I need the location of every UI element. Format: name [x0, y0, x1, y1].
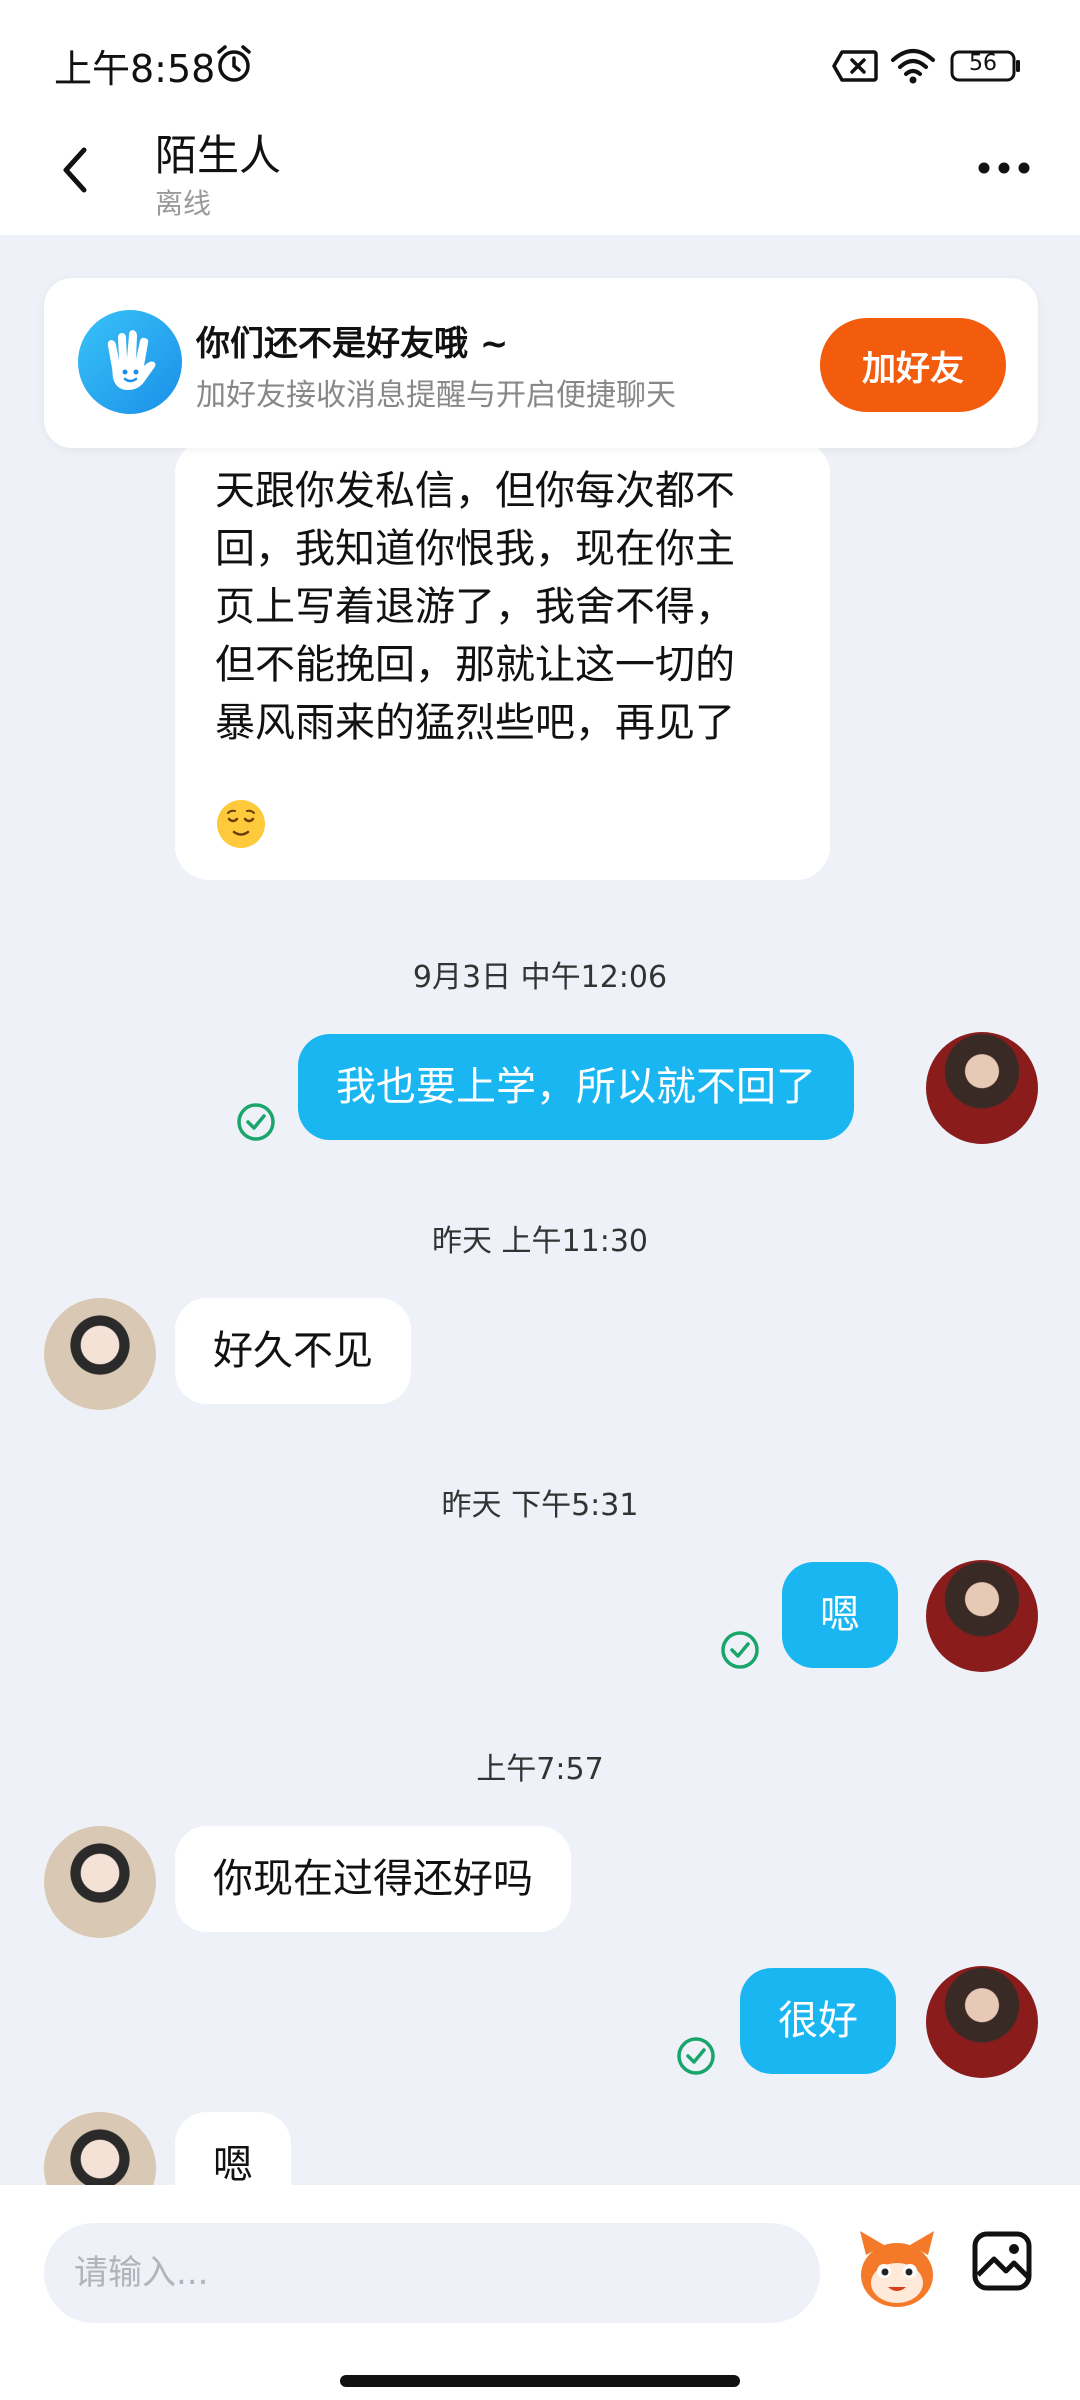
read-check-icon: [677, 2037, 715, 2075]
message-timestamp: 昨天 上午11:30: [432, 1224, 648, 1259]
message-input[interactable]: [44, 2223, 820, 2323]
hand-wave-icon: [78, 310, 182, 414]
my-avatar[interactable]: [926, 1560, 1038, 1672]
more-dots-icon[interactable]: [976, 158, 1032, 178]
chevron-left-icon[interactable]: [52, 140, 98, 200]
read-check-icon: [721, 1631, 759, 1669]
message-bubble-sent[interactable]: 我也要上学，所以就不回了: [298, 1034, 854, 1140]
sim-off-icon: [832, 50, 878, 82]
status-time: 上午8:58: [54, 47, 216, 91]
message-bubble-received[interactable]: 你现在过得还好吗: [175, 1826, 571, 1932]
chat-header: 陌生人 离线: [0, 100, 1080, 235]
message-timestamp: 昨天 下午5:31: [441, 1488, 639, 1523]
home-indicator[interactable]: [340, 2375, 740, 2387]
banner-subtitle: 加好友接收消息提醒与开启便捷聊天: [196, 378, 676, 413]
message-bubble-sent[interactable]: 很好: [740, 1968, 896, 2074]
message-bubble-received[interactable]: 天跟你发私信，但你每次都不 回，我知道你恨我，现在你主 页上写着退游了，我舍不得…: [175, 440, 830, 880]
contact-avatar[interactable]: [44, 2112, 156, 2185]
message-text: 天跟你发私信，但你每次都不 回，我知道你恨我，现在你主 页上写着退游了，我舍不得…: [215, 468, 735, 746]
chat-screen: 上午8:58 56 陌生人 离线 你们还不是好友哦 ~ 加好友接收消息提醒与开启…: [0, 0, 1080, 2400]
partial-message-row: 嗯: [0, 2100, 1080, 2185]
contact-status: 离线: [155, 187, 212, 220]
friend-request-banner: 你们还不是好友哦 ~ 加好友接收消息提醒与开启便捷聊天 加好友: [44, 278, 1038, 448]
sticker-mascot-icon[interactable]: [852, 2225, 942, 2315]
message-timestamp: 上午7:57: [476, 1752, 604, 1787]
contact-name: 陌生人: [155, 131, 282, 180]
relieved-face-emoji: [217, 800, 265, 848]
battery-icon: 56: [950, 48, 1022, 84]
wifi-icon: [891, 49, 935, 84]
read-check-icon: [237, 1103, 275, 1141]
message-bubble-received[interactable]: 嗯: [175, 2112, 291, 2185]
contact-avatar[interactable]: [44, 1298, 156, 1410]
my-avatar[interactable]: [926, 1032, 1038, 1144]
message-bubble-received[interactable]: 好久不见: [175, 1298, 411, 1404]
my-avatar[interactable]: [926, 1966, 1038, 2078]
image-icon[interactable]: [970, 2229, 1034, 2293]
alarm-icon: [217, 45, 251, 82]
message-timestamp: 9月3日 中午12:06: [412, 960, 668, 995]
add-friend-button[interactable]: 加好友: [820, 318, 1006, 412]
message-bubble-sent[interactable]: 嗯: [782, 1562, 898, 1668]
banner-title: 你们还不是好友哦 ~: [196, 324, 509, 364]
contact-avatar[interactable]: [44, 1826, 156, 1938]
input-bar: [0, 2185, 1080, 2400]
battery-level: 56: [969, 51, 997, 76]
